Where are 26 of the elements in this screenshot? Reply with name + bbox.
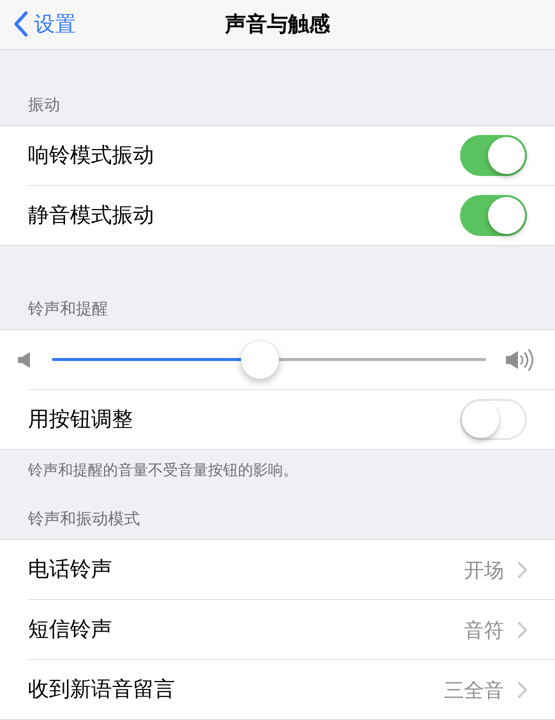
volume-high-icon [506,346,535,372]
volume-low-icon [18,352,32,368]
back-button[interactable]: 设置 [14,6,76,42]
toggle-switch[interactable] [460,195,527,236]
chevron-icon [518,562,527,578]
chevron-icon [518,622,527,638]
section-header: 铃声和提醒 [28,299,109,319]
section-header: 振动 [28,95,61,115]
toggle-switch[interactable] [460,135,527,176]
row-label: 静音模式振动 [28,202,155,229]
row-label[interactable]: 短信铃声 [28,614,464,646]
toggle-switch[interactable] [460,399,527,440]
section-footer: 铃声和提醒的音量不受音量按钮的影响。 [28,459,527,481]
row-label[interactable]: 电话铃声 [28,554,464,586]
row-label: 用按钮调整 [28,406,134,433]
back-chevron-icon [14,11,28,37]
volume-slider[interactable] [52,340,486,378]
nav-title: 声音与触感 [225,10,330,38]
row-value: 音符 [464,616,504,644]
row-label[interactable]: 收到新语音留言 [28,674,444,706]
chevron-icon [518,682,527,698]
row-label: 响铃模式振动 [28,142,155,169]
row-value: 三全音 [444,676,504,704]
slider-thumb[interactable] [241,340,280,378]
section-header: 铃声和振动模式 [28,509,141,529]
row-value: 开场 [464,556,504,584]
